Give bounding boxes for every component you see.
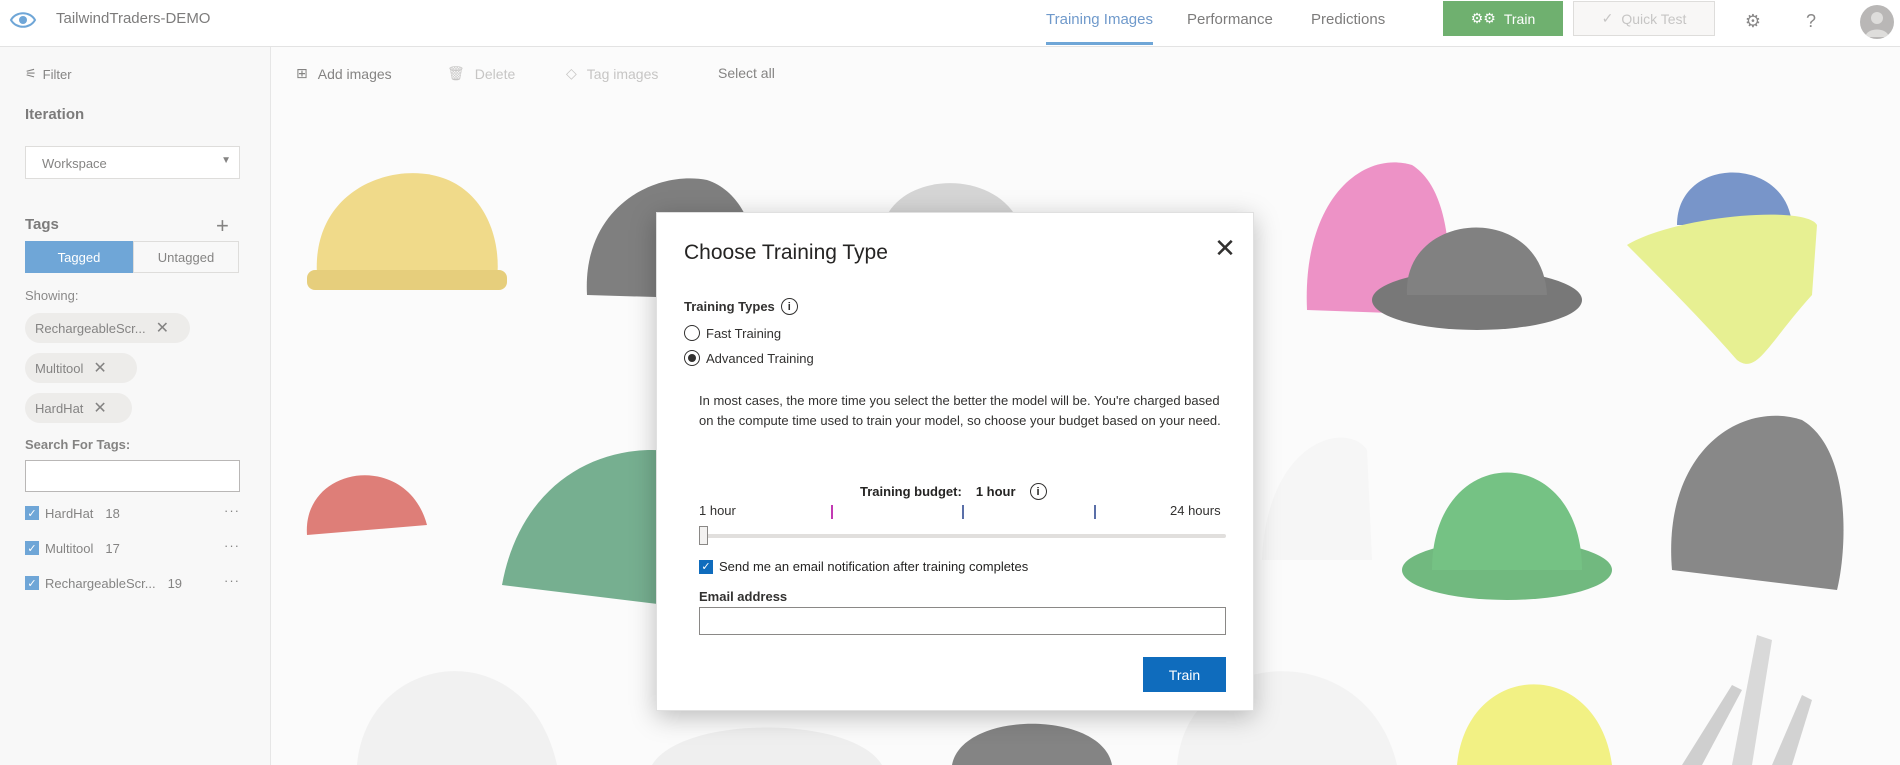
- dialog-title: Choose Training Type: [684, 241, 888, 264]
- training-description: In most cases, the more time you select …: [699, 393, 1221, 428]
- email-notification-option[interactable]: ✓ Send me an email notification after tr…: [699, 559, 1028, 574]
- radio-button-selected[interactable]: [684, 350, 700, 366]
- slider-tick: [831, 505, 833, 519]
- slider-min-label: 1 hour: [699, 503, 736, 518]
- slider-max-label: 24 hours: [1170, 503, 1221, 518]
- training-budget-slider[interactable]: [699, 534, 1226, 538]
- fast-training-label: Fast Training: [706, 325, 782, 341]
- advanced-training-option[interactable]: Advanced Training: [684, 350, 814, 366]
- training-types-label: Training Types i: [684, 298, 798, 315]
- info-icon[interactable]: i: [780, 298, 798, 315]
- slider-thumb[interactable]: [699, 526, 708, 545]
- slider-tick: [1094, 505, 1096, 519]
- dialog-train-button[interactable]: Train: [1143, 657, 1226, 692]
- info-icon[interactable]: i: [1029, 483, 1047, 500]
- training-budget-row: Training budget: 1 hour i: [860, 483, 1047, 500]
- radio-button[interactable]: [684, 325, 700, 341]
- email-address-label: Email address: [699, 589, 788, 604]
- close-icon[interactable]: ✕: [1213, 235, 1237, 261]
- fast-training-option[interactable]: Fast Training: [684, 325, 781, 341]
- advanced-training-label: Advanced Training: [706, 350, 814, 366]
- email-address-input[interactable]: [699, 607, 1226, 635]
- training-types-text: Training Types: [684, 299, 775, 314]
- email-notification-checkbox[interactable]: ✓: [699, 559, 713, 574]
- training-budget-value: 1 hour: [975, 484, 1016, 499]
- training-budget-label: Training budget:: [860, 484, 962, 499]
- choose-training-type-dialog: Choose Training Type ✕ Training Types i …: [656, 212, 1254, 711]
- slider-tick: [962, 505, 964, 519]
- email-notification-label: Send me an email notification after trai…: [719, 559, 1029, 574]
